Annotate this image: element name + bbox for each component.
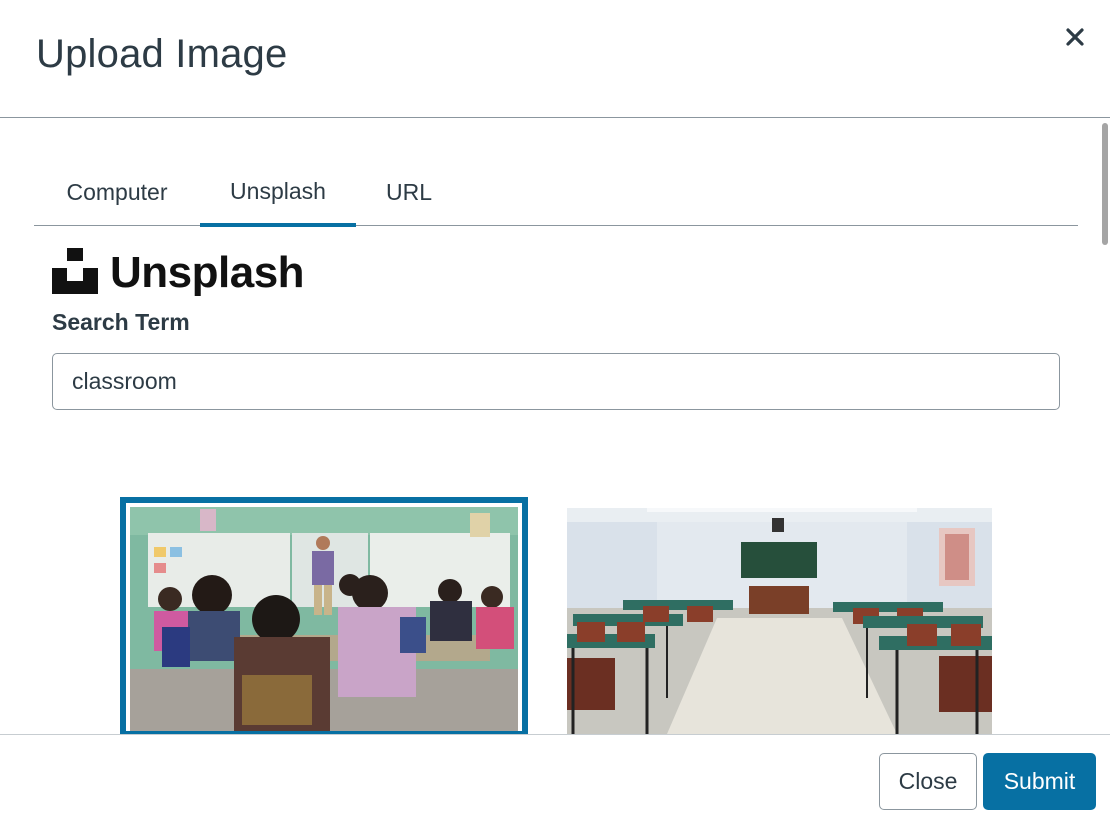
dialog-header: Upload Image: [0, 0, 1110, 118]
search-input[interactable]: [52, 353, 1060, 410]
unsplash-result-students-classroom[interactable]: [120, 497, 528, 734]
unsplash-logo-icon: [52, 247, 98, 299]
tab-unsplash[interactable]: Unsplash: [200, 159, 356, 227]
dialog-title: Upload Image: [36, 32, 288, 76]
dialog-body: Computer Unsplash URL Unsplash Search Te…: [0, 119, 1110, 734]
search-term-label: Search Term: [52, 309, 190, 335]
scrollbar[interactable]: [1102, 123, 1108, 245]
result-image: [130, 507, 518, 731]
dialog-footer: Close Submit: [0, 734, 1110, 824]
close-button[interactable]: Close: [879, 753, 977, 810]
submit-button[interactable]: Submit: [983, 753, 1096, 810]
close-icon[interactable]: [1060, 22, 1090, 52]
result-image: [567, 508, 992, 734]
upload-image-dialog: Upload Image Computer Unsplash URL Unspl…: [0, 0, 1110, 824]
tab-list: Computer Unsplash URL: [34, 159, 1078, 227]
unsplash-logo: Unsplash: [52, 245, 305, 301]
unsplash-logo-text: Unsplash: [110, 248, 305, 297]
tab-url[interactable]: URL: [356, 159, 462, 226]
tab-computer[interactable]: Computer: [34, 159, 200, 226]
unsplash-result-empty-classroom[interactable]: [567, 508, 992, 734]
